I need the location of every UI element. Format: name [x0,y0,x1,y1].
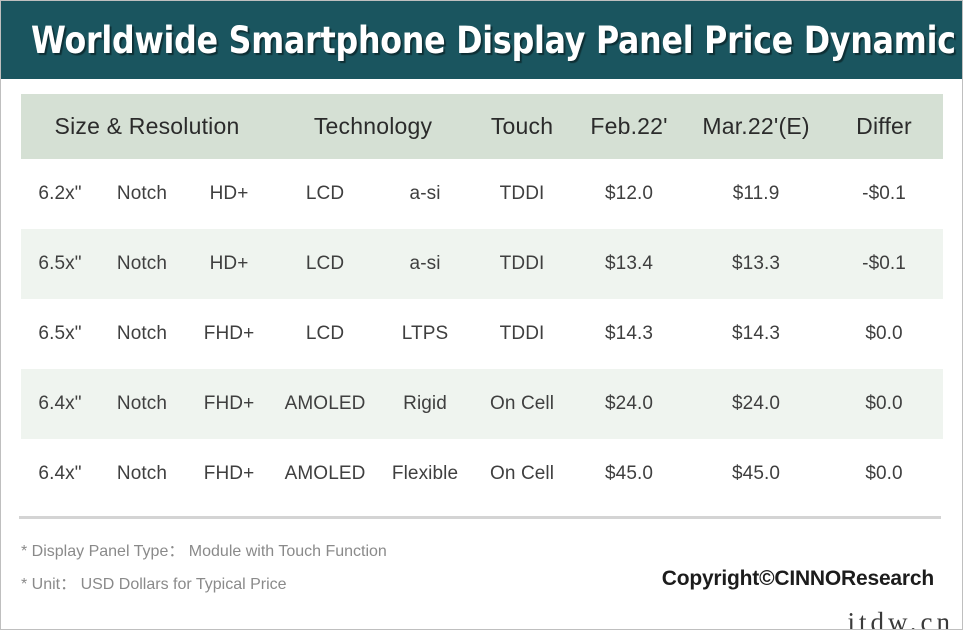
cell-size: 6.4x" [38,393,82,414]
cell-notch: Notch [116,253,168,274]
cell-resolution: HD+ [209,253,249,274]
price-table: Size & Resolution Technology Touch Feb.2… [21,94,944,509]
column-header-size-resolution: Size & Resolution [54,113,240,139]
cell-technology: AMOLED [284,463,366,484]
cell-feb-price: $45.0 [605,463,654,484]
cell-notch: Notch [116,463,168,484]
cell-touch: TDDI [499,323,545,344]
footer-divider [19,516,941,519]
cell-backplane: a-si [409,253,441,274]
cell-touch: On Cell [490,463,555,484]
column-header-feb: Feb.22' [590,113,668,139]
cell-feb-price: $12.0 [605,183,654,204]
table-row: 6.5x" Notch FHD+ LCD LTPS TDDI $14.3 $14… [21,299,944,369]
cell-mar-price: $13.3 [732,253,781,274]
cell-mar-price: $14.3 [732,323,781,344]
column-header-mar: Mar.22'(E) [702,113,810,139]
cell-differ: -$0.1 [862,183,906,204]
footnotes: * Display Panel Type： Module with Touch … [21,535,581,601]
column-header-differ: Differ [856,113,912,139]
table-header: Size & Resolution Technology Touch Feb.2… [21,94,944,159]
cell-differ: -$0.1 [862,253,906,274]
cell-resolution: HD+ [209,183,249,204]
cell-mar-price: $24.0 [732,393,781,414]
copyright-label: Copyright©CINNOResearch [661,567,934,590]
cell-technology: AMOLED [284,393,366,414]
cell-notch: Notch [116,183,168,204]
chart-figure: Worldwide Smartphone Display Panel Price… [0,0,963,630]
title-banner: Worldwide Smartphone Display Panel Price… [1,1,962,79]
column-header-touch: Touch [490,113,554,139]
cell-resolution: FHD+ [203,393,255,414]
cell-differ: $0.0 [865,323,903,344]
cell-resolution: FHD+ [203,463,255,484]
cell-touch: TDDI [499,183,545,204]
cell-differ: $0.0 [865,463,903,484]
cell-feb-price: $13.4 [605,253,654,274]
cell-mar-price: $45.0 [732,463,781,484]
cell-touch: TDDI [499,253,545,274]
page-title: Worldwide Smartphone Display Panel Price… [31,18,956,62]
cell-backplane: a-si [409,183,441,204]
table-row: 6.2x" Notch HD+ LCD a-si TDDI $12.0 $11.… [21,159,944,229]
cell-backplane: Rigid [403,393,447,414]
cell-notch: Notch [116,393,168,414]
footnote-panel-type: * Display Panel Type： Module with Touch … [21,543,387,560]
cell-feb-price: $24.0 [605,393,654,414]
cell-technology: LCD [305,183,345,204]
cell-backplane: Flexible [391,463,459,484]
table-row: 6.5x" Notch HD+ LCD a-si TDDI $13.4 $13.… [21,229,944,299]
cell-resolution: FHD+ [203,323,255,344]
table-body: 6.2x" Notch HD+ LCD a-si TDDI $12.0 $11.… [21,159,944,509]
cell-technology: LCD [305,253,345,274]
price-table-container: Size & Resolution Technology Touch Feb.2… [21,94,944,509]
watermark-label: itdw.cn [847,607,954,630]
column-header-technology: Technology [313,113,433,139]
cell-size: 6.5x" [38,253,82,274]
cell-differ: $0.0 [865,393,903,414]
cell-size: 6.2x" [38,183,82,204]
table-row: 6.4x" Notch FHD+ AMOLED Rigid On Cell $2… [21,369,944,439]
cell-backplane: LTPS [401,323,449,344]
cell-notch: Notch [116,323,168,344]
cell-technology: LCD [305,323,345,344]
table-row: 6.4x" Notch FHD+ AMOLED Flexible On Cell… [21,439,944,509]
table-header-row: Size & Resolution Technology Touch Feb.2… [21,94,944,159]
cell-size: 6.5x" [38,323,82,344]
cell-feb-price: $14.3 [605,323,654,344]
footnote-unit: * Unit： USD Dollars for Typical Price [21,576,287,593]
cell-touch: On Cell [490,393,555,414]
cell-size: 6.4x" [38,463,82,484]
cell-mar-price: $11.9 [732,183,780,204]
